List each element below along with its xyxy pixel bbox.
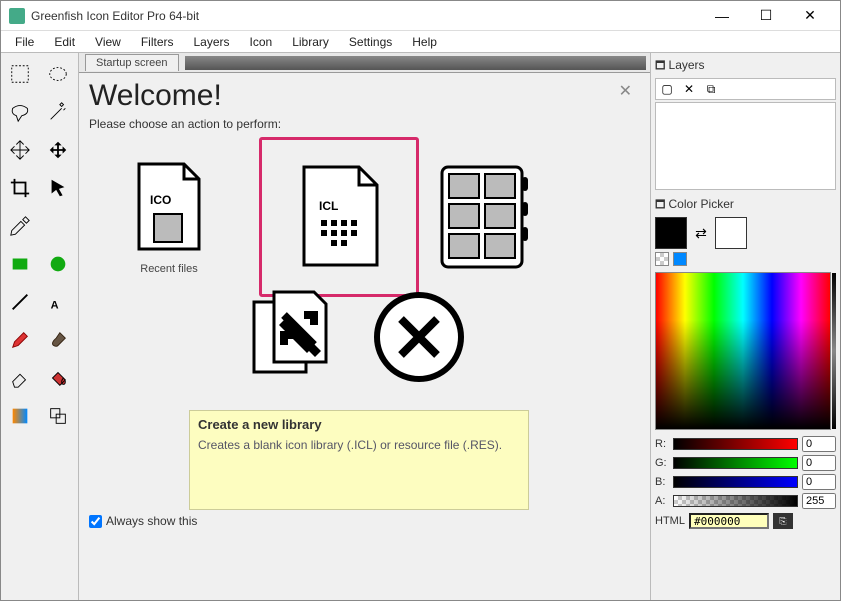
- app-icon: [9, 8, 25, 24]
- menubar: File Edit View Filters Layers Icon Libra…: [1, 31, 840, 53]
- swap-colors-icon[interactable]: ⇄: [693, 225, 709, 242]
- ellipse-select-tool[interactable]: [41, 57, 75, 91]
- tile-recent-files[interactable]: ICO Recent files: [89, 137, 249, 297]
- brush-tool[interactable]: [41, 323, 75, 357]
- always-show-checkbox[interactable]: Always show this: [89, 514, 640, 528]
- foreground-swatch[interactable]: [655, 217, 687, 249]
- rect-tool[interactable]: [3, 247, 37, 281]
- titlebar: Greenfish Icon Editor Pro 64-bit — ☐ ✕: [1, 1, 840, 31]
- gradient-tool[interactable]: [3, 399, 37, 433]
- r-input[interactable]: [802, 436, 836, 452]
- minimize-button[interactable]: —: [700, 2, 744, 30]
- layer-dup-button[interactable]: ⧉: [702, 81, 720, 97]
- menu-settings[interactable]: Settings: [339, 32, 402, 52]
- layers-header: 🗖 Layers: [655, 55, 836, 78]
- g-slider[interactable]: [673, 457, 798, 469]
- menu-edit[interactable]: Edit: [44, 32, 85, 52]
- layer-delete-button[interactable]: ✕: [680, 81, 698, 97]
- always-show-input[interactable]: [89, 515, 102, 528]
- svg-text:ICO: ICO: [150, 193, 171, 207]
- window-title: Greenfish Icon Editor Pro 64-bit: [31, 9, 700, 23]
- ico-file-icon: ICO: [124, 159, 214, 259]
- eyedropper-tool[interactable]: [3, 209, 37, 243]
- hint-desc: Creates a blank icon library (.ICL) or r…: [198, 438, 520, 452]
- clone-tool[interactable]: [41, 399, 75, 433]
- tile-new-library[interactable]: ICL: [259, 137, 419, 297]
- layer-add-button[interactable]: ▢: [658, 81, 676, 97]
- html-label: HTML: [655, 515, 685, 527]
- tabstrip: Startup screen: [79, 53, 650, 73]
- line-tool[interactable]: [3, 285, 37, 319]
- tile-grid[interactable]: [429, 137, 539, 297]
- icl-file-icon: ICL: [289, 162, 389, 272]
- g-input[interactable]: [802, 455, 836, 471]
- layer-list[interactable]: [655, 102, 836, 190]
- welcome-prompt: Please choose an action to perform:: [89, 117, 640, 131]
- invert-icon[interactable]: [673, 252, 687, 266]
- svg-text:A: A: [51, 299, 59, 311]
- menu-help[interactable]: Help: [402, 32, 447, 52]
- close-button[interactable]: ✕: [788, 2, 832, 30]
- hint-box: Create a new library Creates a blank ico…: [189, 410, 529, 510]
- lasso-tool[interactable]: [3, 95, 37, 129]
- html-copy-button[interactable]: ⎘: [773, 513, 793, 529]
- b-slider[interactable]: [673, 476, 798, 488]
- menu-library[interactable]: Library: [282, 32, 339, 52]
- svg-text:ICL: ICL: [319, 199, 338, 213]
- menu-icon[interactable]: Icon: [240, 32, 283, 52]
- welcome-close-icon[interactable]: ✕: [619, 81, 632, 101]
- maximize-button[interactable]: ☐: [744, 2, 788, 30]
- tile-caption: Recent files: [140, 263, 197, 275]
- always-show-label: Always show this: [106, 514, 197, 528]
- menu-layers[interactable]: Layers: [184, 32, 240, 52]
- a-slider[interactable]: [673, 495, 798, 507]
- html-input[interactable]: [689, 513, 769, 529]
- b-input[interactable]: [802, 474, 836, 490]
- fill-tool[interactable]: [41, 361, 75, 395]
- b-label: B:: [655, 476, 669, 488]
- pointer-tool[interactable]: [41, 171, 75, 205]
- welcome-panel: ✕ Welcome! Please choose an action to pe…: [79, 73, 650, 600]
- a-input[interactable]: [802, 493, 836, 509]
- transform-tool[interactable]: [3, 133, 37, 167]
- background-swatch[interactable]: [715, 217, 747, 249]
- menu-filters[interactable]: Filters: [131, 32, 184, 52]
- r-label: R:: [655, 438, 669, 450]
- rect-select-tool[interactable]: [3, 57, 37, 91]
- ellipse-tool[interactable]: [41, 247, 75, 281]
- color-spectrum[interactable]: [655, 272, 831, 430]
- tile-import[interactable]: [239, 287, 349, 400]
- close-circle-icon: [369, 287, 469, 387]
- layer-toolbar: ▢ ✕ ⧉: [655, 78, 836, 100]
- r-slider[interactable]: [673, 438, 798, 450]
- pencil-tool[interactable]: [3, 323, 37, 357]
- tab-filler: [185, 56, 646, 70]
- wand-tool[interactable]: [41, 95, 75, 129]
- menu-file[interactable]: File: [5, 32, 44, 52]
- a-label: A:: [655, 495, 669, 507]
- transparency-icon[interactable]: [655, 252, 669, 266]
- grid-icon: [437, 162, 532, 272]
- menu-view[interactable]: View: [85, 32, 131, 52]
- tab-startup[interactable]: Startup screen: [85, 54, 179, 71]
- g-label: G:: [655, 457, 669, 469]
- text-tool[interactable]: A: [41, 285, 75, 319]
- import-icon: [239, 287, 349, 397]
- tile-close[interactable]: [369, 287, 469, 400]
- crop-tool[interactable]: [3, 171, 37, 205]
- eraser-tool[interactable]: [3, 361, 37, 395]
- hint-title: Create a new library: [198, 417, 520, 432]
- welcome-heading: Welcome!: [89, 79, 640, 113]
- toolbox: A: [1, 53, 79, 600]
- move-tool[interactable]: [41, 133, 75, 167]
- right-pane: 🗖 Layers ▢ ✕ ⧉ 🗖 Color Picker ⇄ R: G: B:: [650, 53, 840, 600]
- picker-header: 🗖 Color Picker: [655, 194, 836, 217]
